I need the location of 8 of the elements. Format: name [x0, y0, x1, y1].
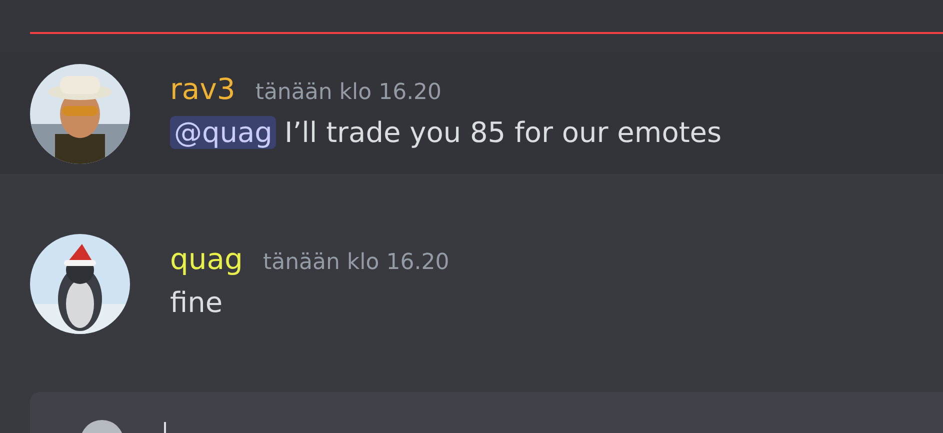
author-name[interactable]: quag: [170, 242, 243, 276]
timestamp: tänään klo 16.20: [255, 80, 442, 105]
user-mention[interactable]: @quag: [170, 116, 276, 149]
message-input[interactable]: [30, 392, 943, 433]
message-text: I’ll trade you 85 for our emotes: [284, 116, 722, 149]
timestamp: tänään klo 16.20: [262, 250, 450, 275]
author-name[interactable]: rav3: [170, 72, 236, 106]
message-text: fine: [170, 286, 223, 319]
